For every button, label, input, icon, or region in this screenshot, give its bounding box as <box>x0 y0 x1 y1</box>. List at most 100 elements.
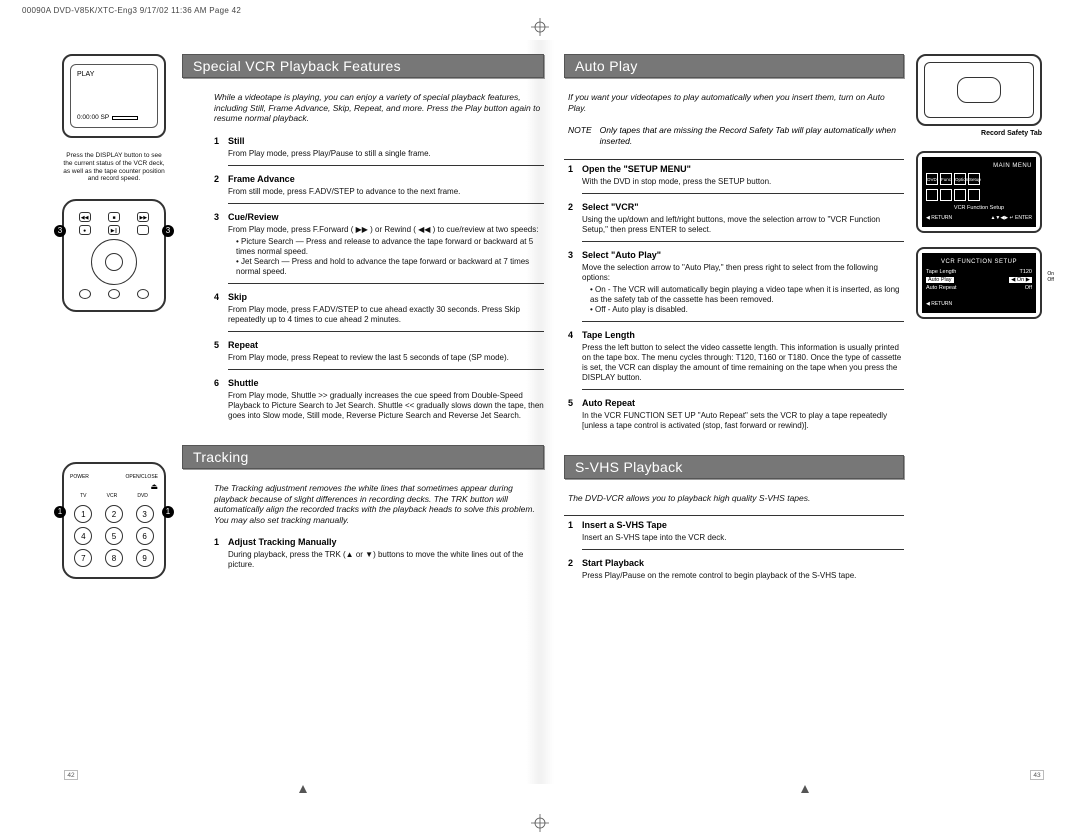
osd-icon: Option <box>954 173 966 185</box>
step-num: 1 <box>568 164 582 194</box>
steps-autoplay: 1Open the "SETUP MENU" With the DVD in st… <box>564 164 904 437</box>
section-header-autoplay: Auto Play <box>564 54 904 78</box>
step-title: Adjust Tracking Manually <box>228 537 544 547</box>
remote-dpad-illustration: ◀◀■▶▶ ●▶∥ <box>62 199 166 312</box>
osd-row-key: Tape Length <box>926 269 956 275</box>
step-text: With the DVD in stop mode, press the SET… <box>582 177 904 187</box>
tv-status-panel: PLAY 0:00:00 SP <box>62 54 166 138</box>
step-text: Using the up/down and left/right buttons… <box>582 215 904 235</box>
step-title: Shuttle <box>228 378 544 388</box>
step-text: During playback, press the TRK (▲ or ▼) … <box>228 550 544 570</box>
intro-special-vcr: While a videotape is playing, you can en… <box>214 92 544 124</box>
page-right: Auto Play If you want your videotapes to… <box>554 40 1056 784</box>
osd-icon: DVD <box>926 173 938 185</box>
osd-return-label: ◀ RETURN <box>926 215 952 221</box>
cassette-illustration <box>916 54 1042 126</box>
step-title: Repeat <box>228 340 544 350</box>
note-label: NOTE <box>568 125 592 146</box>
steps-svhs: 1Insert a S-VHS TapeInsert an S-VHS tape… <box>564 520 904 587</box>
gutter-arrow-icon <box>298 784 308 794</box>
osd-icon <box>954 189 966 201</box>
step-title: Open the "SETUP MENU" <box>582 164 904 174</box>
osd-row-key: Auto Repeat <box>926 285 957 291</box>
osd-main-menu-panel: MAIN MENU DVD Func Option Setup VCR Func… <box>916 151 1042 233</box>
step-text: Press Play/Pause on the remote control t… <box>582 571 904 581</box>
step-title: Frame Advance <box>228 174 544 184</box>
step-title: Skip <box>228 292 544 302</box>
step-num: 4 <box>568 330 582 390</box>
step-num: 5 <box>214 340 228 370</box>
tv-counter-value: 0:00:00 SP <box>77 114 109 121</box>
step-num: 5 <box>568 398 582 437</box>
osd-mid-text: VCR Function Setup <box>926 205 1032 211</box>
intro-autoplay: If you want your videotapes to play auto… <box>564 92 904 113</box>
list-item: Jet Search — Press and hold to advance t… <box>236 257 544 277</box>
step-text: Move the selection arrow to "Auto Play,"… <box>582 263 904 315</box>
step-num: 1 <box>214 136 228 166</box>
step-text: From Play mode, press F.Forward ( ▶▶ ) o… <box>228 225 544 277</box>
intro-svhs: The DVD-VCR allows you to playback high … <box>564 493 904 504</box>
dpad-icon <box>91 239 137 285</box>
osd-row-val: ◀ On ▶ <box>1009 277 1032 283</box>
osd-vcr-setup-panel: VCR FUNCTION SETUP Tape LengthT120 Auto … <box>916 247 1042 319</box>
section-header-svhs: S-VHS Playback <box>564 455 904 479</box>
osd-icon <box>926 189 938 201</box>
list-item: Picture Search — Press and release to ad… <box>236 237 544 257</box>
step-title: Select "Auto Play" <box>582 250 904 260</box>
step-num: 2 <box>568 558 582 587</box>
step-text: From Play mode, press F.ADV/STEP to cue … <box>228 305 544 325</box>
list-item: Off - Auto play is disabled. <box>590 305 904 315</box>
step-num: 4 <box>214 292 228 332</box>
list-item: On - The VCR will automatically begin pl… <box>590 285 904 305</box>
steps-tracking: 1Adjust Tracking Manually During playback… <box>214 537 544 576</box>
step-text: Insert an S-VHS tape into the VCR deck. <box>582 533 904 543</box>
step-title: Tape Length <box>582 330 904 340</box>
step-text: In the VCR FUNCTION SET UP "Auto Repeat"… <box>582 411 904 431</box>
remote-numpad-illustration: POWEROPEN/CLOSE ⏏ TVVCRDVD 123 456 789 <box>62 462 166 579</box>
step-num: 2 <box>214 174 228 204</box>
osd-side-opt: Off <box>1047 277 1054 283</box>
osd-icon: Setup <box>968 173 980 185</box>
step-num: 1 <box>214 537 228 576</box>
step-num: 3 <box>214 212 228 284</box>
osd-icon <box>968 189 980 201</box>
section-header-tracking: Tracking <box>182 445 544 469</box>
page-left: PLAY 0:00:00 SP Press the DISPLAY button… <box>52 40 554 784</box>
step-title: Select "VCR" <box>582 202 904 212</box>
step-text: Press the left button to select the vide… <box>582 343 904 383</box>
osd-return-label: ◀ RETURN <box>926 301 952 307</box>
step-text: From Play mode, press Repeat to review t… <box>228 353 544 363</box>
note-text: Only tapes that are missing the Record S… <box>600 125 904 146</box>
osd-row-val: Off <box>1025 285 1032 291</box>
step-title: Start Playback <box>582 558 904 568</box>
callout-badge-1-right: 1 <box>162 506 174 518</box>
osd-title: VCR FUNCTION SETUP <box>926 259 1032 265</box>
intro-tracking: The Tracking adjustment removes the whit… <box>214 483 544 526</box>
osd-title: MAIN MENU <box>926 163 1032 169</box>
step-title: Still <box>228 136 544 146</box>
step-num: 6 <box>214 378 228 427</box>
steps-special-vcr: 1Still From Play mode, press Play/Pause t… <box>214 136 544 427</box>
step-title: Cue/Review <box>228 212 544 222</box>
progress-bar-icon <box>112 116 138 120</box>
cassette-caption: Record Safety Tab <box>916 130 1046 137</box>
left-main-column: Special VCR Playback Features While a vi… <box>182 54 544 766</box>
osd-enter-label: ▲▼◀▶ ↵ ENTER <box>990 215 1032 221</box>
step-text: From Play mode, Shuttle >> gradually inc… <box>228 391 544 421</box>
step-title: Auto Repeat <box>582 398 904 408</box>
osd-icon <box>940 189 952 201</box>
step-text: From still mode, press F.ADV/STEP to adv… <box>228 187 544 197</box>
page-spread: PLAY 0:00:00 SP Press the DISPLAY button… <box>52 40 1056 784</box>
right-main-column: Auto Play If you want your videotapes to… <box>564 54 904 766</box>
step-text: From Play mode, press Play/Pause to stil… <box>228 149 544 159</box>
page-number-right: 43 <box>1030 770 1044 780</box>
osd-icon: Func <box>940 173 952 185</box>
right-sidebar: Record Safety Tab MAIN MENU DVD Func Opt… <box>916 54 1046 766</box>
osd-row-key: Auto Play <box>926 277 954 283</box>
step-num: 2 <box>568 202 582 242</box>
page-number-left: 42 <box>64 770 78 780</box>
tv-panel-caption: Press the DISPLAY button to see the curr… <box>62 152 166 183</box>
tv-counter-row: 0:00:00 SP <box>77 114 138 121</box>
gutter-arrow-icon <box>800 784 810 794</box>
step-num: 3 <box>568 250 582 322</box>
